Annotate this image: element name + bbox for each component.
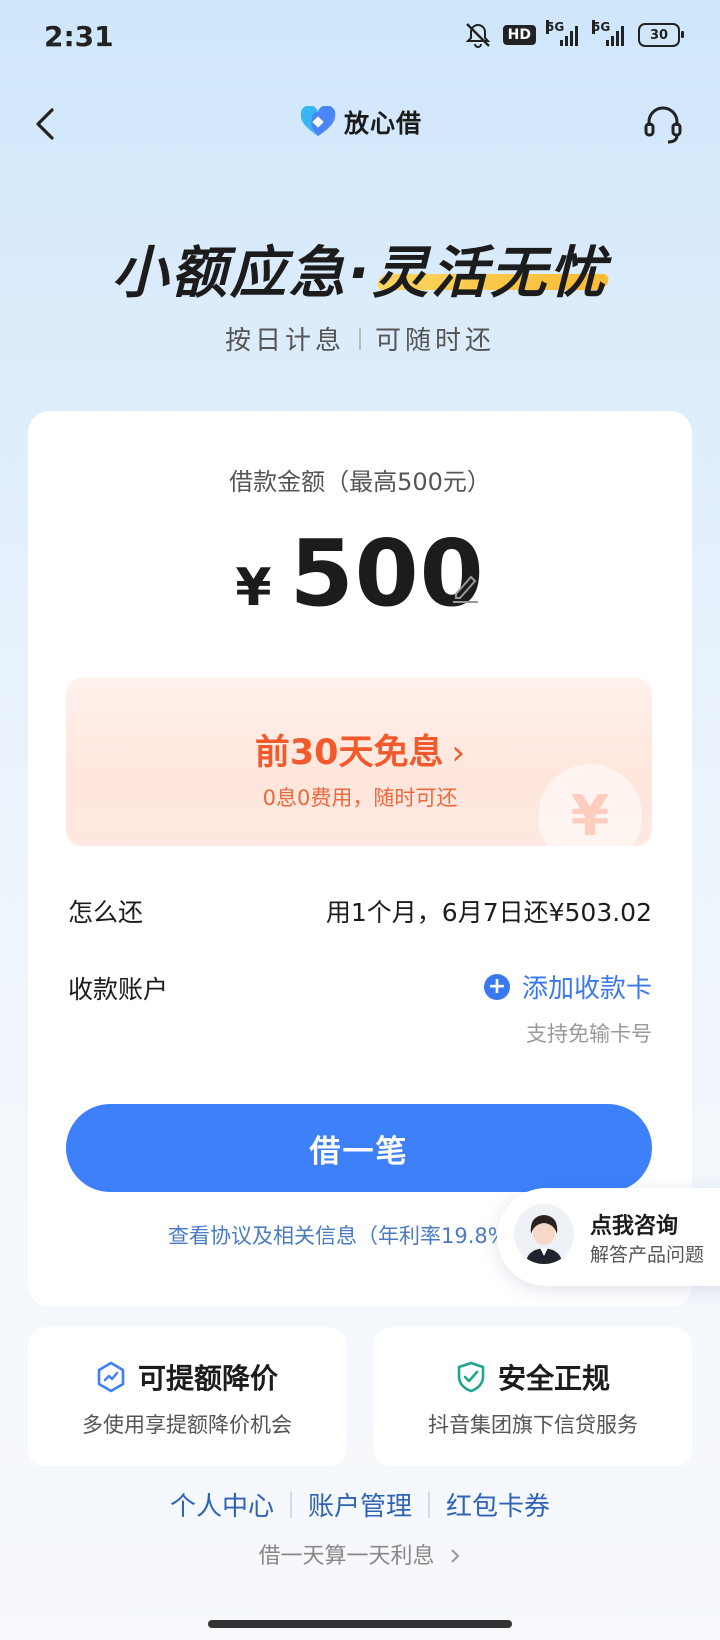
currency-symbol: ¥ [235, 558, 272, 618]
brand-name: 放心借 [344, 109, 423, 138]
back-icon[interactable] [26, 104, 66, 144]
hero-title: 小额应急·灵活无忧 [111, 241, 609, 306]
repay-label: 怎么还 [68, 898, 144, 927]
footer-links: 个人中心 账户管理 红包卡券 [0, 1486, 720, 1523]
amount-display[interactable]: ¥ 500 [0, 520, 720, 627]
signal-icon-2: 5G [592, 20, 628, 46]
link-account-management[interactable]: 账户管理 [308, 1486, 412, 1523]
consult-subtitle: 解答产品问题 [590, 1244, 705, 1266]
mute-icon [465, 23, 491, 48]
feature-title: 可提额降价 [137, 1362, 278, 1395]
tag-daily-interest: 按日计息 [224, 326, 345, 356]
growth-icon [97, 1361, 125, 1393]
repay-value[interactable]: 用1个月，6月7日还¥503.02 [326, 893, 652, 929]
link-personal-center[interactable]: 个人中心 [170, 1486, 274, 1523]
footer-tagline[interactable]: 借一天算一天利息 [0, 1538, 720, 1570]
divider [289, 1491, 292, 1518]
feature-desc: 多使用享提额降价机会 [82, 1413, 292, 1437]
signal-icon-1: 5G [546, 20, 582, 46]
battery-icon: 30 [638, 23, 684, 47]
avatar [514, 1204, 574, 1264]
hero-subtitle: 按日计息 可随时还 [0, 320, 720, 357]
add-card-hint: 支持免输卡号 [526, 1022, 652, 1046]
tag-repay-anytime: 可随时还 [375, 326, 496, 356]
edit-icon[interactable] [450, 570, 480, 604]
borrow-button[interactable]: 借一笔 [66, 1104, 652, 1192]
divider [359, 327, 361, 350]
amount-label: 借款金额（最高500元） [229, 468, 491, 496]
customer-service-icon[interactable] [640, 102, 686, 148]
heart-logo-icon [300, 106, 336, 136]
consult-title: 点我咨询 [590, 1214, 679, 1239]
account-label: 收款账户 [68, 975, 169, 1004]
hd-badge: HD [502, 25, 536, 45]
link-coupons[interactable]: 红包卡券 [446, 1486, 550, 1523]
divider [428, 1491, 430, 1518]
promo-title[interactable]: 前30天免息 › [0, 724, 720, 775]
status-time: 2:31 [44, 20, 114, 53]
promo-subtitle: 0息0费用，随时可还 [262, 786, 458, 810]
agreement-link[interactable]: 查看协议及相关信息（年利率19.8%） [168, 1220, 508, 1250]
feature-card-limit: 可提额降价 多使用享提额降价机会 [28, 1327, 346, 1467]
status-icons: HD 5G 5G 30 [463, 20, 684, 48]
add-card-button[interactable]: + 添加收款卡 [483, 968, 652, 1005]
chevron-right-icon: › [451, 733, 466, 773]
feature-title: 安全正规 [497, 1362, 610, 1395]
feature-desc: 抖音集团旗下信贷服务 [428, 1413, 638, 1437]
add-card-label: 添加收款卡 [521, 974, 652, 1004]
plus-icon: + [483, 973, 510, 1000]
home-indicator[interactable] [208, 1620, 512, 1628]
chevron-right-icon [450, 1549, 459, 1563]
brand-logo: 放心借 [300, 104, 422, 140]
shield-check-icon [457, 1361, 485, 1393]
feature-card-security: 安全正规 抖音集团旗下信贷服务 [374, 1327, 692, 1467]
